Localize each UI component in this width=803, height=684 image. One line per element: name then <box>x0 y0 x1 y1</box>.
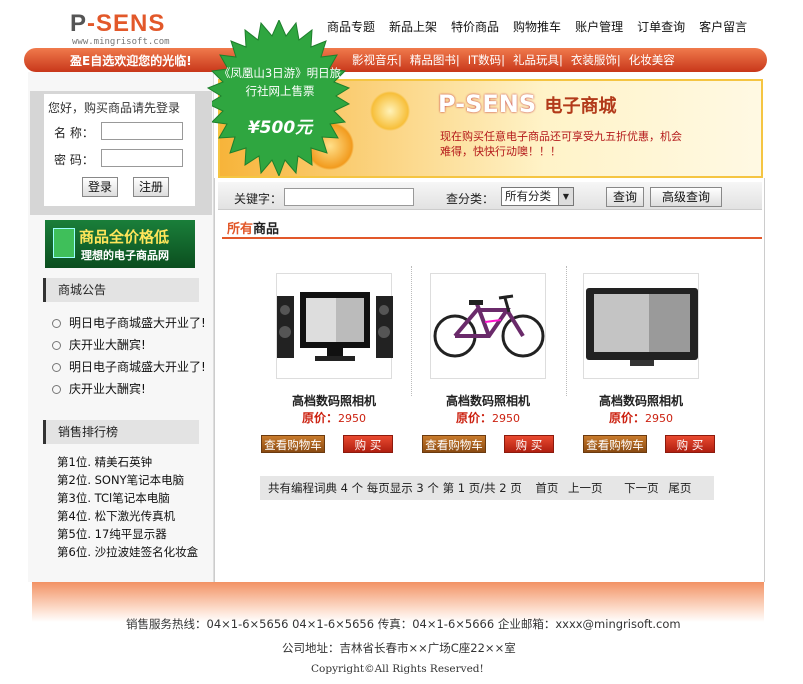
banner-text: 现在购买任意电子商品还可享受九五折优惠，机会难得，快快行动噢！！！ <box>440 130 682 158</box>
keyword-label: 关键字： <box>234 192 283 206</box>
advanced-search-button[interactable]: 高级查询 <box>650 187 722 207</box>
first-page-link[interactable]: 首页 <box>535 481 558 495</box>
section-title: 所有商品 <box>227 222 280 237</box>
category-item[interactable]: IT数码| <box>464 52 509 68</box>
category-item[interactable]: 衣装服饰| <box>567 52 625 68</box>
product-price: 原价：2950 <box>301 411 366 425</box>
ranking-item[interactable]: 第1位. 精美石英钟 <box>57 454 152 470</box>
product-name[interactable]: 高档数码照相机 <box>276 392 392 409</box>
footer-address: 公司地址：吉林省长春市××广场C座22××室 <box>282 641 516 655</box>
nav-item[interactable]: 订单查询 <box>630 18 692 35</box>
buy-button[interactable]: 购 买 <box>665 435 715 453</box>
next-page-link[interactable]: 下一页 <box>624 481 659 495</box>
welcome-text: 盈E自选欢迎您的光临! <box>70 54 192 68</box>
category-item[interactable]: 礼品玩具| <box>509 52 567 68</box>
ranking-item[interactable]: 第4位. 松下激光传真机 <box>57 508 175 524</box>
top-nav: 商品专题 新品上架 特价商品 购物推车 账户管理 订单查询 客户留言 <box>320 18 754 35</box>
notice-heading: 商城公告 <box>43 278 199 302</box>
category-label: 查分类： <box>446 192 495 206</box>
bullet-icon <box>52 319 61 328</box>
promo-line1: 商品全价格低 <box>79 228 170 246</box>
password-label: 密 码： <box>54 153 94 167</box>
product-price: 原价：2950 <box>608 411 673 425</box>
starburst-text: 《凤凰山3日游》明日旅行社网上售票 <box>218 66 342 98</box>
ranking-item[interactable]: 第3位. TCl笔记本电脑 <box>57 490 170 506</box>
ranking-item[interactable]: 第2位. SONY笔记本电脑 <box>57 472 184 488</box>
product-name[interactable]: 高档数码照相机 <box>430 392 546 409</box>
query-button[interactable]: 查询 <box>606 187 644 207</box>
buy-button[interactable]: 购 买 <box>504 435 554 453</box>
login-button[interactable]: 登录 <box>82 177 118 197</box>
section-divider <box>222 237 762 239</box>
bicycle-icon <box>433 294 545 358</box>
bullet-icon <box>52 385 61 394</box>
pagination: 共有编程词典 4 个 每页显示 3 个 第 1 页/共 2 页 首页 上一页 下… <box>260 476 714 500</box>
product-image[interactable] <box>430 273 546 379</box>
nav-item[interactable]: 客户留言 <box>692 18 754 35</box>
footer-copyright: Copyright©All Rights Reserved! <box>311 663 484 675</box>
prev-page-link[interactable]: 上一页 <box>568 481 603 495</box>
buy-button[interactable]: 购 买 <box>343 435 393 453</box>
last-page-link[interactable]: 尾页 <box>668 481 691 495</box>
monitor-speakers-icon <box>277 292 393 361</box>
name-label: 名 称： <box>54 126 94 140</box>
view-cart-button[interactable]: 查看购物车 <box>261 435 325 453</box>
view-cart-button[interactable]: 查看购物车 <box>422 435 486 453</box>
category-select[interactable]: 所有分类 ▼ <box>501 187 574 206</box>
divider <box>411 266 412 396</box>
divider <box>566 266 567 396</box>
notice-item[interactable]: 明日电子商城盛大开业了! <box>52 358 206 375</box>
nav-item[interactable]: 购物推车 <box>506 18 568 35</box>
site-logo[interactable]: P-SENS www.mingrisoft.com <box>70 10 180 47</box>
notice-item[interactable]: 庆开业大酬宾! <box>52 336 146 353</box>
flat-tv-icon <box>586 288 698 366</box>
banner-logo: P-SENS 电子商城 <box>438 90 617 118</box>
price-promo-ad[interactable]: 商品全价格低 理想的电子商品网 <box>45 220 195 268</box>
notice-item[interactable]: 明日电子商城盛大开业了! <box>52 314 206 331</box>
ranking-item[interactable]: 第5位. 17纯平显示器 <box>57 526 167 542</box>
register-button[interactable]: 注册 <box>133 177 169 197</box>
password-input[interactable] <box>101 149 183 167</box>
notice-item[interactable]: 庆开业大酬宾! <box>52 380 146 397</box>
view-cart-button[interactable]: 查看购物车 <box>583 435 647 453</box>
logo-url: www.mingrisoft.com <box>72 37 170 47</box>
category-item[interactable]: 化妆美容 <box>625 52 679 68</box>
product-image[interactable] <box>583 273 699 379</box>
nav-item[interactable]: 账户管理 <box>568 18 630 35</box>
product-name[interactable]: 高档数码照相机 <box>583 392 699 409</box>
ranking-item[interactable]: 第6位. 沙拉波娃签名化妆盒 <box>57 544 198 560</box>
ranking-heading: 销售排行榜 <box>43 420 199 444</box>
footer-contact: 销售服务热线：04×1-6×5656 04×1-6×5656 传真：04×1-6… <box>126 617 681 631</box>
bullet-icon <box>52 341 61 350</box>
category-item[interactable]: 精品图书| <box>406 52 464 68</box>
category-nav: 影视音乐| 精品图书| IT数码| 礼品玩具| 衣装服饰| 化妆美容 <box>348 52 679 68</box>
nav-item[interactable]: 特价商品 <box>444 18 506 35</box>
starburst-price: ¥500元 <box>247 118 313 138</box>
product-image[interactable] <box>276 273 393 379</box>
username-input[interactable] <box>101 122 183 140</box>
product-price: 原价：2950 <box>455 411 520 425</box>
bullet-icon <box>52 363 61 372</box>
keyword-input[interactable] <box>284 188 414 206</box>
monitor-icon <box>53 228 75 258</box>
promo-line2: 理想的电子商品网 <box>81 249 169 262</box>
logo-mark: P-SENS <box>70 10 166 37</box>
login-title: 您好，购买商品请先登录 <box>48 101 181 115</box>
chevron-down-icon: ▼ <box>558 188 573 205</box>
pager-summary: 共有编程词典 4 个 每页显示 3 个 第 1 页/共 2 页 <box>268 481 522 495</box>
nav-item[interactable]: 新品上架 <box>382 18 444 35</box>
